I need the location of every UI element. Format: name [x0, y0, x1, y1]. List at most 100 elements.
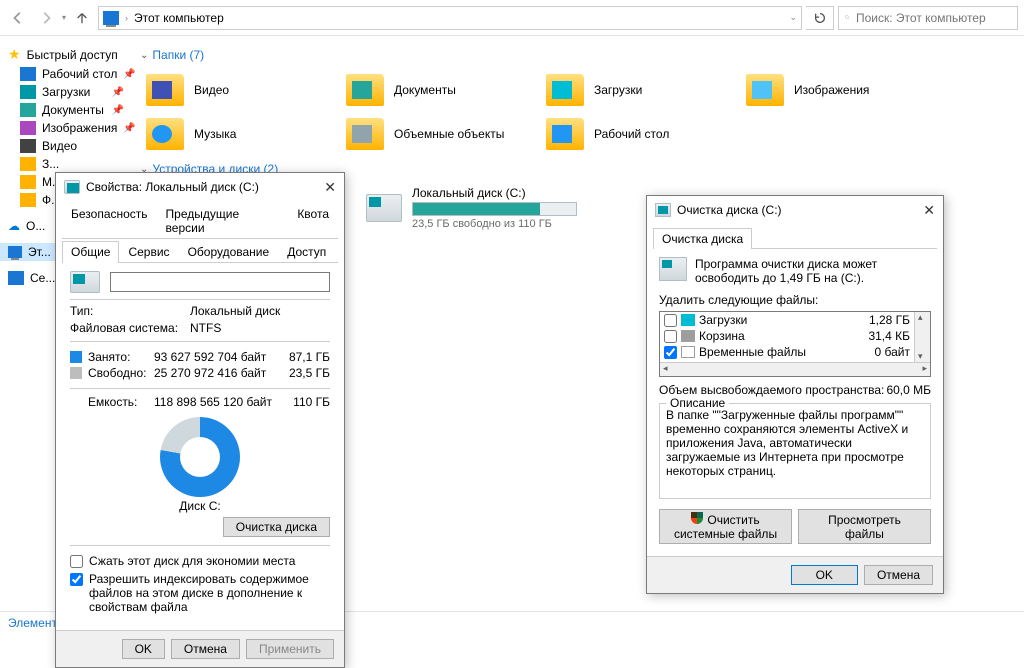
dialog-titlebar[interactable]: Очистка диска (C:) ✕	[647, 196, 943, 224]
folders-grid: ВидеоДокументыЗагрузкиИзображения МузыкаО…	[140, 68, 1014, 156]
drive-icon	[64, 180, 80, 194]
cleanup-icon	[659, 257, 687, 281]
onedrive-icon: ☁	[8, 219, 20, 233]
close-button[interactable]: ✕	[923, 202, 935, 219]
file-checkbox[interactable]	[664, 330, 677, 343]
search-box[interactable]	[838, 6, 1018, 30]
pin-icon: 📌	[112, 87, 124, 98]
tab[interactable]: Квота	[288, 203, 338, 238]
up-button[interactable]	[70, 6, 94, 30]
tabs-row-1: БезопасностьПредыдущие версииКвота	[62, 203, 338, 239]
used-color-icon	[70, 351, 82, 363]
folder-item[interactable]: Музыка	[140, 112, 340, 156]
file-type-icon	[681, 330, 695, 342]
video-icon	[20, 139, 36, 153]
back-button[interactable]	[6, 6, 30, 30]
usage-donut	[160, 417, 240, 497]
drive-label-input[interactable]	[110, 272, 330, 292]
search-icon	[845, 11, 850, 24]
folder-item[interactable]: Видео	[140, 68, 340, 112]
folder-icon	[20, 193, 36, 207]
clean-system-button[interactable]: Очистить системные файлы	[659, 509, 792, 544]
folder-icon	[346, 118, 384, 150]
tab[interactable]: Сервис	[119, 241, 178, 262]
tab[interactable]: Предыдущие версии	[157, 203, 289, 238]
chevron-down-icon: ⌄	[140, 50, 148, 61]
location-text: Этот компьютер	[134, 11, 224, 25]
pictures-icon	[20, 121, 36, 135]
vscrollbar[interactable]	[914, 312, 930, 362]
folders-section-header[interactable]: ⌄Папки (7)	[140, 48, 1014, 62]
file-type-icon	[681, 314, 695, 326]
sidebar-item-downloads[interactable]: Загрузки📌	[0, 83, 130, 101]
address-bar: ▾ › Этот компьютер ⌄	[0, 0, 1024, 36]
drive-usage-bar	[412, 202, 577, 216]
folder-item[interactable]: Загрузки	[540, 68, 740, 112]
tab[interactable]: Безопасность	[62, 203, 157, 238]
sidebar-item-video[interactable]: Видео	[0, 137, 130, 155]
tab[interactable]: Оборудование	[179, 241, 279, 262]
ok-button[interactable]: OK	[122, 639, 165, 659]
file-checkbox[interactable]	[664, 346, 677, 359]
folder-item[interactable]: Изображения	[740, 68, 940, 112]
quick-access[interactable]: ★Быстрый доступ	[0, 44, 130, 65]
ok-button[interactable]: OK	[791, 565, 858, 585]
search-input[interactable]	[856, 11, 1011, 25]
address-path[interactable]: › Этот компьютер ⌄	[98, 6, 802, 30]
downloads-icon	[20, 85, 36, 99]
folder-icon	[20, 157, 36, 171]
folder-item[interactable]: Объемные объекты	[340, 112, 540, 156]
path-chevron-icon[interactable]: ›	[125, 13, 128, 23]
star-icon: ★	[8, 46, 21, 63]
tab-cleanup[interactable]: Очистка диска	[653, 228, 752, 249]
files-list[interactable]: Загрузки1,28 ГБКорзина31,4 КБВременные ф…	[659, 311, 931, 377]
file-checkbox[interactable]	[664, 314, 677, 327]
index-checkbox[interactable]	[70, 573, 83, 586]
apply-button[interactable]: Применить	[246, 639, 334, 659]
file-list-row[interactable]: Загрузки1,28 ГБ	[660, 312, 914, 328]
hscrollbar[interactable]	[660, 362, 930, 376]
file-list-row[interactable]: Корзина31,4 КБ	[660, 328, 914, 344]
delete-label: Удалить следующие файлы:	[659, 293, 931, 307]
folder-item[interactable]: Рабочий стол	[540, 112, 740, 156]
addr-dropdown-icon[interactable]: ⌄	[789, 12, 797, 23]
cleanup-icon	[655, 203, 671, 217]
folder-icon	[20, 175, 36, 189]
cleanup-button[interactable]: Очистка диска	[223, 517, 330, 537]
cancel-button[interactable]: Отмена	[171, 639, 240, 659]
folder-icon	[746, 74, 784, 106]
drive-name: Локальный диск (C:)	[412, 186, 577, 200]
folder-icon	[146, 118, 184, 150]
forward-button[interactable]	[34, 6, 58, 30]
tabs-row-2: ОбщиеСервисОборудованиеДоступ	[62, 241, 338, 263]
pc-icon	[8, 246, 22, 258]
history-dropdown-icon[interactable]: ▾	[62, 13, 66, 22]
desktop-icon	[20, 67, 36, 81]
sidebar-item[interactable]: З...	[0, 155, 130, 173]
drive-free-text: 23,5 ГБ свободно из 110 ГБ	[412, 218, 577, 230]
cleanup-message: Программа очистки диска может освободить…	[695, 257, 931, 285]
sidebar-item-desktop[interactable]: Рабочий стол📌	[0, 65, 130, 83]
cancel-button[interactable]: Отмена	[864, 565, 933, 585]
folder-item[interactable]: Документы	[340, 68, 540, 112]
network-icon	[8, 271, 24, 285]
close-button[interactable]: ✕	[324, 179, 336, 196]
documents-icon	[20, 103, 36, 117]
tab[interactable]: Доступ	[278, 241, 335, 262]
folder-icon	[546, 118, 584, 150]
tab[interactable]: Общие	[62, 241, 119, 263]
folder-icon	[546, 74, 584, 106]
folder-icon	[146, 74, 184, 106]
file-list-row[interactable]: Временные файлы0 байт	[660, 344, 914, 360]
view-files-button[interactable]: Просмотреть файлы	[798, 509, 931, 544]
refresh-button[interactable]	[806, 6, 834, 30]
dialog-titlebar[interactable]: Свойства: Локальный диск (C:) ✕	[56, 173, 344, 201]
sidebar-item-pictures[interactable]: Изображения📌	[0, 119, 130, 137]
dialog-title: Очистка диска (C:)	[677, 203, 782, 217]
pin-icon: 📌	[112, 105, 124, 116]
compress-checkbox[interactable]	[70, 555, 83, 568]
file-type-icon	[681, 346, 695, 358]
folder-icon	[346, 74, 384, 106]
sidebar-item-documents[interactable]: Документы📌	[0, 101, 130, 119]
shield-icon	[691, 512, 703, 524]
